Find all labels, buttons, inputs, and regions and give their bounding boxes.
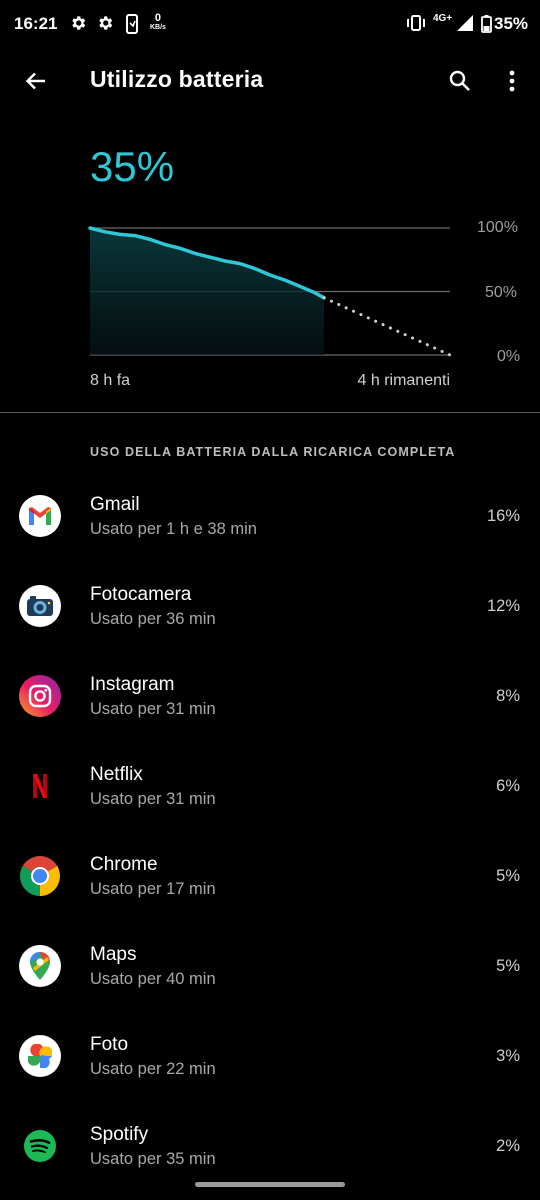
search-icon: [449, 70, 470, 91]
arrow-left-icon: [25, 72, 45, 90]
app-usage: Usato per 31 min: [90, 790, 216, 808]
battery-chart: [88, 226, 452, 357]
photos-icon: [19, 1035, 61, 1077]
search-button[interactable]: [442, 63, 478, 99]
status-time: 16:21: [14, 14, 58, 33]
app-percent: 5%: [496, 867, 520, 885]
status-bar: 16:21 0 KB/s 4G+ 35%: [0, 0, 540, 50]
netflix-icon: [19, 765, 61, 807]
y-tick-label: 50%: [485, 284, 518, 301]
app-name: Fotocamera: [90, 584, 192, 605]
app-percent: 16%: [486, 507, 520, 525]
app-name: Gmail: [90, 494, 140, 515]
chart-start-label: 8 h fa: [90, 372, 131, 389]
home-indicator[interactable]: [195, 1182, 345, 1187]
signal-icon: [457, 15, 473, 31]
page-title: Utilizzo batteria: [90, 66, 264, 92]
section-header: USO DELLA BATTERIA DALLA RICARICA COMPLE…: [90, 445, 456, 459]
app-row-netflix[interactable]: Netflix Usato per 31 min 6%: [0, 740, 540, 830]
y-tick-label: 100%: [477, 219, 518, 236]
app-percent: 12%: [486, 597, 520, 615]
more-vert-icon: [509, 70, 515, 92]
maps-icon: [19, 945, 61, 987]
status-battery-percent: 35%: [494, 14, 529, 33]
app-name: Spotify: [90, 1124, 149, 1145]
back-button[interactable]: [18, 63, 54, 99]
app-row-instagram[interactable]: Instagram Usato per 31 min 8%: [0, 650, 540, 740]
app-usage: Usato per 1 h e 38 min: [90, 520, 257, 538]
app-name: Chrome: [90, 854, 158, 875]
y-tick-label: 0%: [497, 348, 521, 365]
app-name: Netflix: [90, 764, 143, 785]
network-type: 4G+: [433, 13, 453, 24]
vibrate-icon: [407, 15, 425, 31]
gmail-icon: [19, 495, 61, 537]
app-percent: 8%: [496, 687, 520, 705]
camera-icon: [19, 585, 61, 627]
more-options-button[interactable]: [496, 63, 528, 99]
app-row-camera[interactable]: Fotocamera Usato per 36 min 12%: [0, 560, 540, 650]
app-row-maps[interactable]: Maps Usato per 40 min 5%: [0, 920, 540, 1010]
divider: [0, 412, 540, 413]
network-speed: 0 KB/s: [150, 12, 166, 32]
settings-gear-icon: [72, 16, 86, 30]
battery-level: 35%: [90, 143, 175, 190]
app-bar: Utilizzo batteria: [0, 50, 540, 112]
phone-rotate-icon: [126, 14, 138, 34]
settings-gear-icon-2: [99, 16, 113, 30]
app-name: Foto: [90, 1034, 129, 1055]
app-name: Maps: [90, 944, 137, 965]
app-row-chrome[interactable]: Chrome Usato per 17 min 5%: [0, 830, 540, 920]
app-usage: Usato per 22 min: [90, 1060, 216, 1078]
app-row-gmail[interactable]: Gmail Usato per 1 h e 38 min 16%: [0, 470, 540, 560]
app-percent: 2%: [496, 1137, 520, 1155]
app-usage: Usato per 36 min: [90, 610, 216, 628]
chart-line-prediction: [322, 296, 452, 357]
app-row-photos[interactable]: Foto Usato per 22 min 3%: [0, 1010, 540, 1100]
spotify-icon: [19, 1125, 61, 1167]
battery-icon: [481, 15, 492, 33]
app-percent: 5%: [496, 957, 520, 975]
instagram-icon: [19, 675, 61, 717]
app-usage: Usato per 17 min: [90, 880, 216, 898]
app-percent: 6%: [496, 777, 520, 795]
app-usage: Usato per 31 min: [90, 700, 216, 718]
app-name: Instagram: [90, 674, 175, 695]
app-usage: Usato per 35 min: [90, 1150, 216, 1168]
app-row-spotify[interactable]: Spotify Usato per 35 min 2%: [0, 1100, 540, 1190]
chrome-icon: [19, 855, 61, 897]
app-usage: Usato per 40 min: [90, 970, 216, 988]
chart-end-label: 4 h rimanenti: [357, 372, 451, 389]
app-percent: 3%: [496, 1047, 520, 1065]
chart-fill-area: [90, 228, 324, 355]
